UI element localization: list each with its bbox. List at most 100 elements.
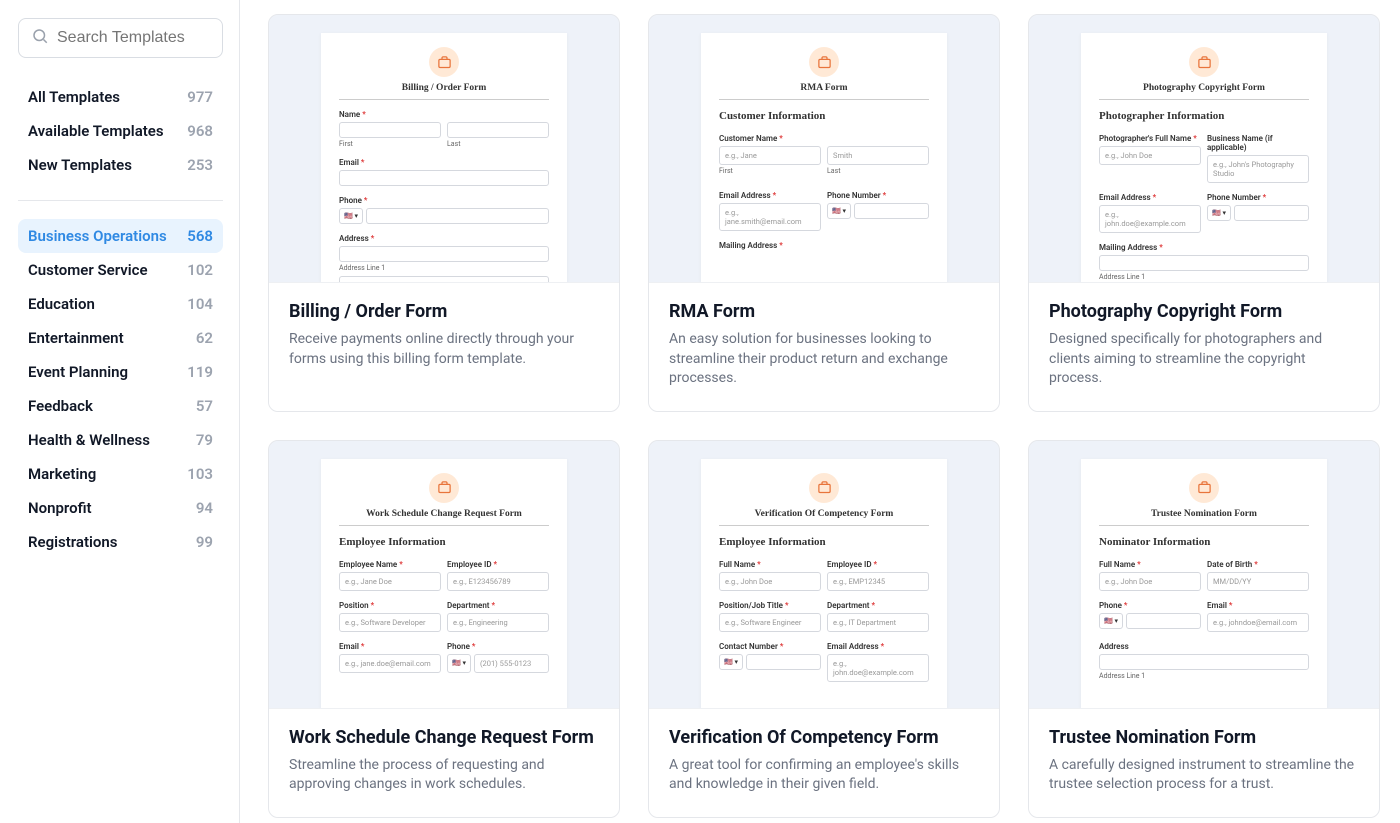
form-preview: Verification Of Competency Form Employee…	[701, 459, 947, 708]
form-preview: RMA Form Customer Information Customer N…	[701, 33, 947, 282]
card-body: Verification Of Competency Form A great …	[649, 708, 999, 817]
card-title: Verification Of Competency Form	[669, 727, 979, 748]
preview-section-title: Employee Information	[339, 536, 549, 548]
briefcase-icon	[1189, 47, 1219, 77]
form-preview: Photography Copyright Form Photographer …	[1081, 33, 1327, 282]
nav-label: Feedback	[28, 397, 93, 415]
card-preview: Work Schedule Change Request Form Employ…	[269, 441, 619, 708]
form-preview: Billing / Order Form Name * First Last E…	[321, 33, 567, 282]
nav-label: Business Operations	[28, 227, 167, 245]
nav-count: 99	[196, 533, 213, 551]
nav-label: Customer Service	[28, 261, 148, 279]
card-desc: Receive payments online directly through…	[289, 330, 599, 369]
preview-section-title: Employee Information	[719, 536, 929, 548]
nav-available-templates[interactable]: Available Templates 968	[18, 114, 223, 148]
template-card-billing-order[interactable]: Billing / Order Form Name * First Last E…	[268, 14, 620, 412]
card-desc: A great tool for confirming an employee'…	[669, 756, 979, 795]
search-input[interactable]	[57, 29, 264, 47]
card-title: Photography Copyright Form	[1049, 301, 1359, 322]
nav-label: Entertainment	[28, 329, 124, 347]
preview-form-title: Verification Of Competency Form	[719, 509, 929, 526]
nav-count: 253	[187, 156, 213, 174]
nav-new-templates[interactable]: New Templates 253	[18, 148, 223, 182]
nav-label: Registrations	[28, 533, 118, 551]
category-customer-service[interactable]: Customer Service 102	[18, 253, 223, 287]
preview-section-title: Customer Information	[719, 110, 929, 122]
templates-grid-area: Billing / Order Form Name * First Last E…	[240, 0, 1400, 823]
card-title: Trustee Nomination Form	[1049, 727, 1359, 748]
preview-form-title: RMA Form	[719, 83, 929, 100]
card-desc: An easy solution for businesses looking …	[669, 330, 979, 389]
nav-count: 102	[187, 261, 213, 279]
briefcase-icon	[809, 47, 839, 77]
briefcase-icon	[809, 473, 839, 503]
card-preview: Trustee Nomination Form Nominator Inform…	[1029, 441, 1379, 708]
nav-label: New Templates	[28, 156, 132, 174]
card-body: Trustee Nomination Form A carefully desi…	[1029, 708, 1379, 817]
nav-count: 57	[196, 397, 213, 415]
template-card-trustee-nomination[interactable]: Trustee Nomination Form Nominator Inform…	[1028, 440, 1380, 818]
card-title: RMA Form	[669, 301, 979, 322]
top-nav-group: All Templates 977 Available Templates 96…	[18, 80, 223, 182]
nav-count: 977	[187, 88, 213, 106]
template-card-verification-competency[interactable]: Verification Of Competency Form Employee…	[648, 440, 1000, 818]
category-event-planning[interactable]: Event Planning 119	[18, 355, 223, 389]
nav-label: Education	[28, 295, 95, 313]
nav-count: 62	[196, 329, 213, 347]
nav-count: 104	[187, 295, 213, 313]
card-preview: Verification Of Competency Form Employee…	[649, 441, 999, 708]
preview-form-title: Work Schedule Change Request Form	[339, 509, 549, 526]
form-preview: Trustee Nomination Form Nominator Inform…	[1081, 459, 1327, 708]
nav-count: 119	[187, 363, 213, 381]
card-desc: Designed specifically for photographers …	[1049, 330, 1359, 389]
preview-form-title: Trustee Nomination Form	[1099, 509, 1309, 526]
card-body: Billing / Order Form Receive payments on…	[269, 282, 619, 411]
template-card-rma[interactable]: RMA Form Customer Information Customer N…	[648, 14, 1000, 412]
briefcase-icon	[1189, 473, 1219, 503]
card-preview: Photography Copyright Form Photographer …	[1029, 15, 1379, 282]
nav-label: Nonprofit	[28, 499, 92, 517]
nav-count: 568	[187, 227, 213, 245]
templates-grid: Billing / Order Form Name * First Last E…	[268, 14, 1380, 818]
template-card-photography-copyright[interactable]: Photography Copyright Form Photographer …	[1028, 14, 1380, 412]
card-preview: Billing / Order Form Name * First Last E…	[269, 15, 619, 282]
card-body: Photography Copyright Form Designed spec…	[1029, 282, 1379, 411]
form-preview: Work Schedule Change Request Form Employ…	[321, 459, 567, 708]
nav-count: 79	[196, 431, 213, 449]
card-title: Work Schedule Change Request Form	[289, 727, 599, 748]
card-preview: RMA Form Customer Information Customer N…	[649, 15, 999, 282]
nav-label: All Templates	[28, 88, 120, 106]
card-body: Work Schedule Change Request Form Stream…	[269, 708, 619, 817]
search-field-wrap[interactable]	[18, 18, 223, 58]
search-icon	[31, 27, 49, 49]
nav-count: 968	[187, 122, 213, 140]
nav-all-templates[interactable]: All Templates 977	[18, 80, 223, 114]
preview-section-title: Nominator Information	[1099, 536, 1309, 548]
nav-label: Health & Wellness	[28, 431, 150, 449]
preview-section-title: Photographer Information	[1099, 110, 1309, 122]
category-entertainment[interactable]: Entertainment 62	[18, 321, 223, 355]
card-desc: Streamline the process of requesting and…	[289, 756, 599, 795]
category-registrations[interactable]: Registrations 99	[18, 525, 223, 559]
category-nonprofit[interactable]: Nonprofit 94	[18, 491, 223, 525]
category-nav-group: Business Operations 568 Customer Service…	[18, 219, 223, 559]
template-card-work-schedule-change[interactable]: Work Schedule Change Request Form Employ…	[268, 440, 620, 818]
category-business-operations[interactable]: Business Operations 568	[18, 219, 223, 253]
sidebar: All Templates 977 Available Templates 96…	[0, 0, 240, 823]
card-desc: A carefully designed instrument to strea…	[1049, 756, 1359, 795]
nav-label: Marketing	[28, 465, 96, 483]
category-health-wellness[interactable]: Health & Wellness 79	[18, 423, 223, 457]
category-marketing[interactable]: Marketing 103	[18, 457, 223, 491]
category-education[interactable]: Education 104	[18, 287, 223, 321]
nav-label: Event Planning	[28, 363, 128, 381]
preview-form-title: Photography Copyright Form	[1099, 83, 1309, 100]
card-body: RMA Form An easy solution for businesses…	[649, 282, 999, 411]
card-title: Billing / Order Form	[289, 301, 599, 322]
category-feedback[interactable]: Feedback 57	[18, 389, 223, 423]
briefcase-icon	[429, 47, 459, 77]
nav-label: Available Templates	[28, 122, 164, 140]
nav-count: 94	[196, 499, 213, 517]
sidebar-divider	[18, 200, 223, 201]
nav-count: 103	[187, 465, 213, 483]
preview-form-title: Billing / Order Form	[339, 83, 549, 100]
